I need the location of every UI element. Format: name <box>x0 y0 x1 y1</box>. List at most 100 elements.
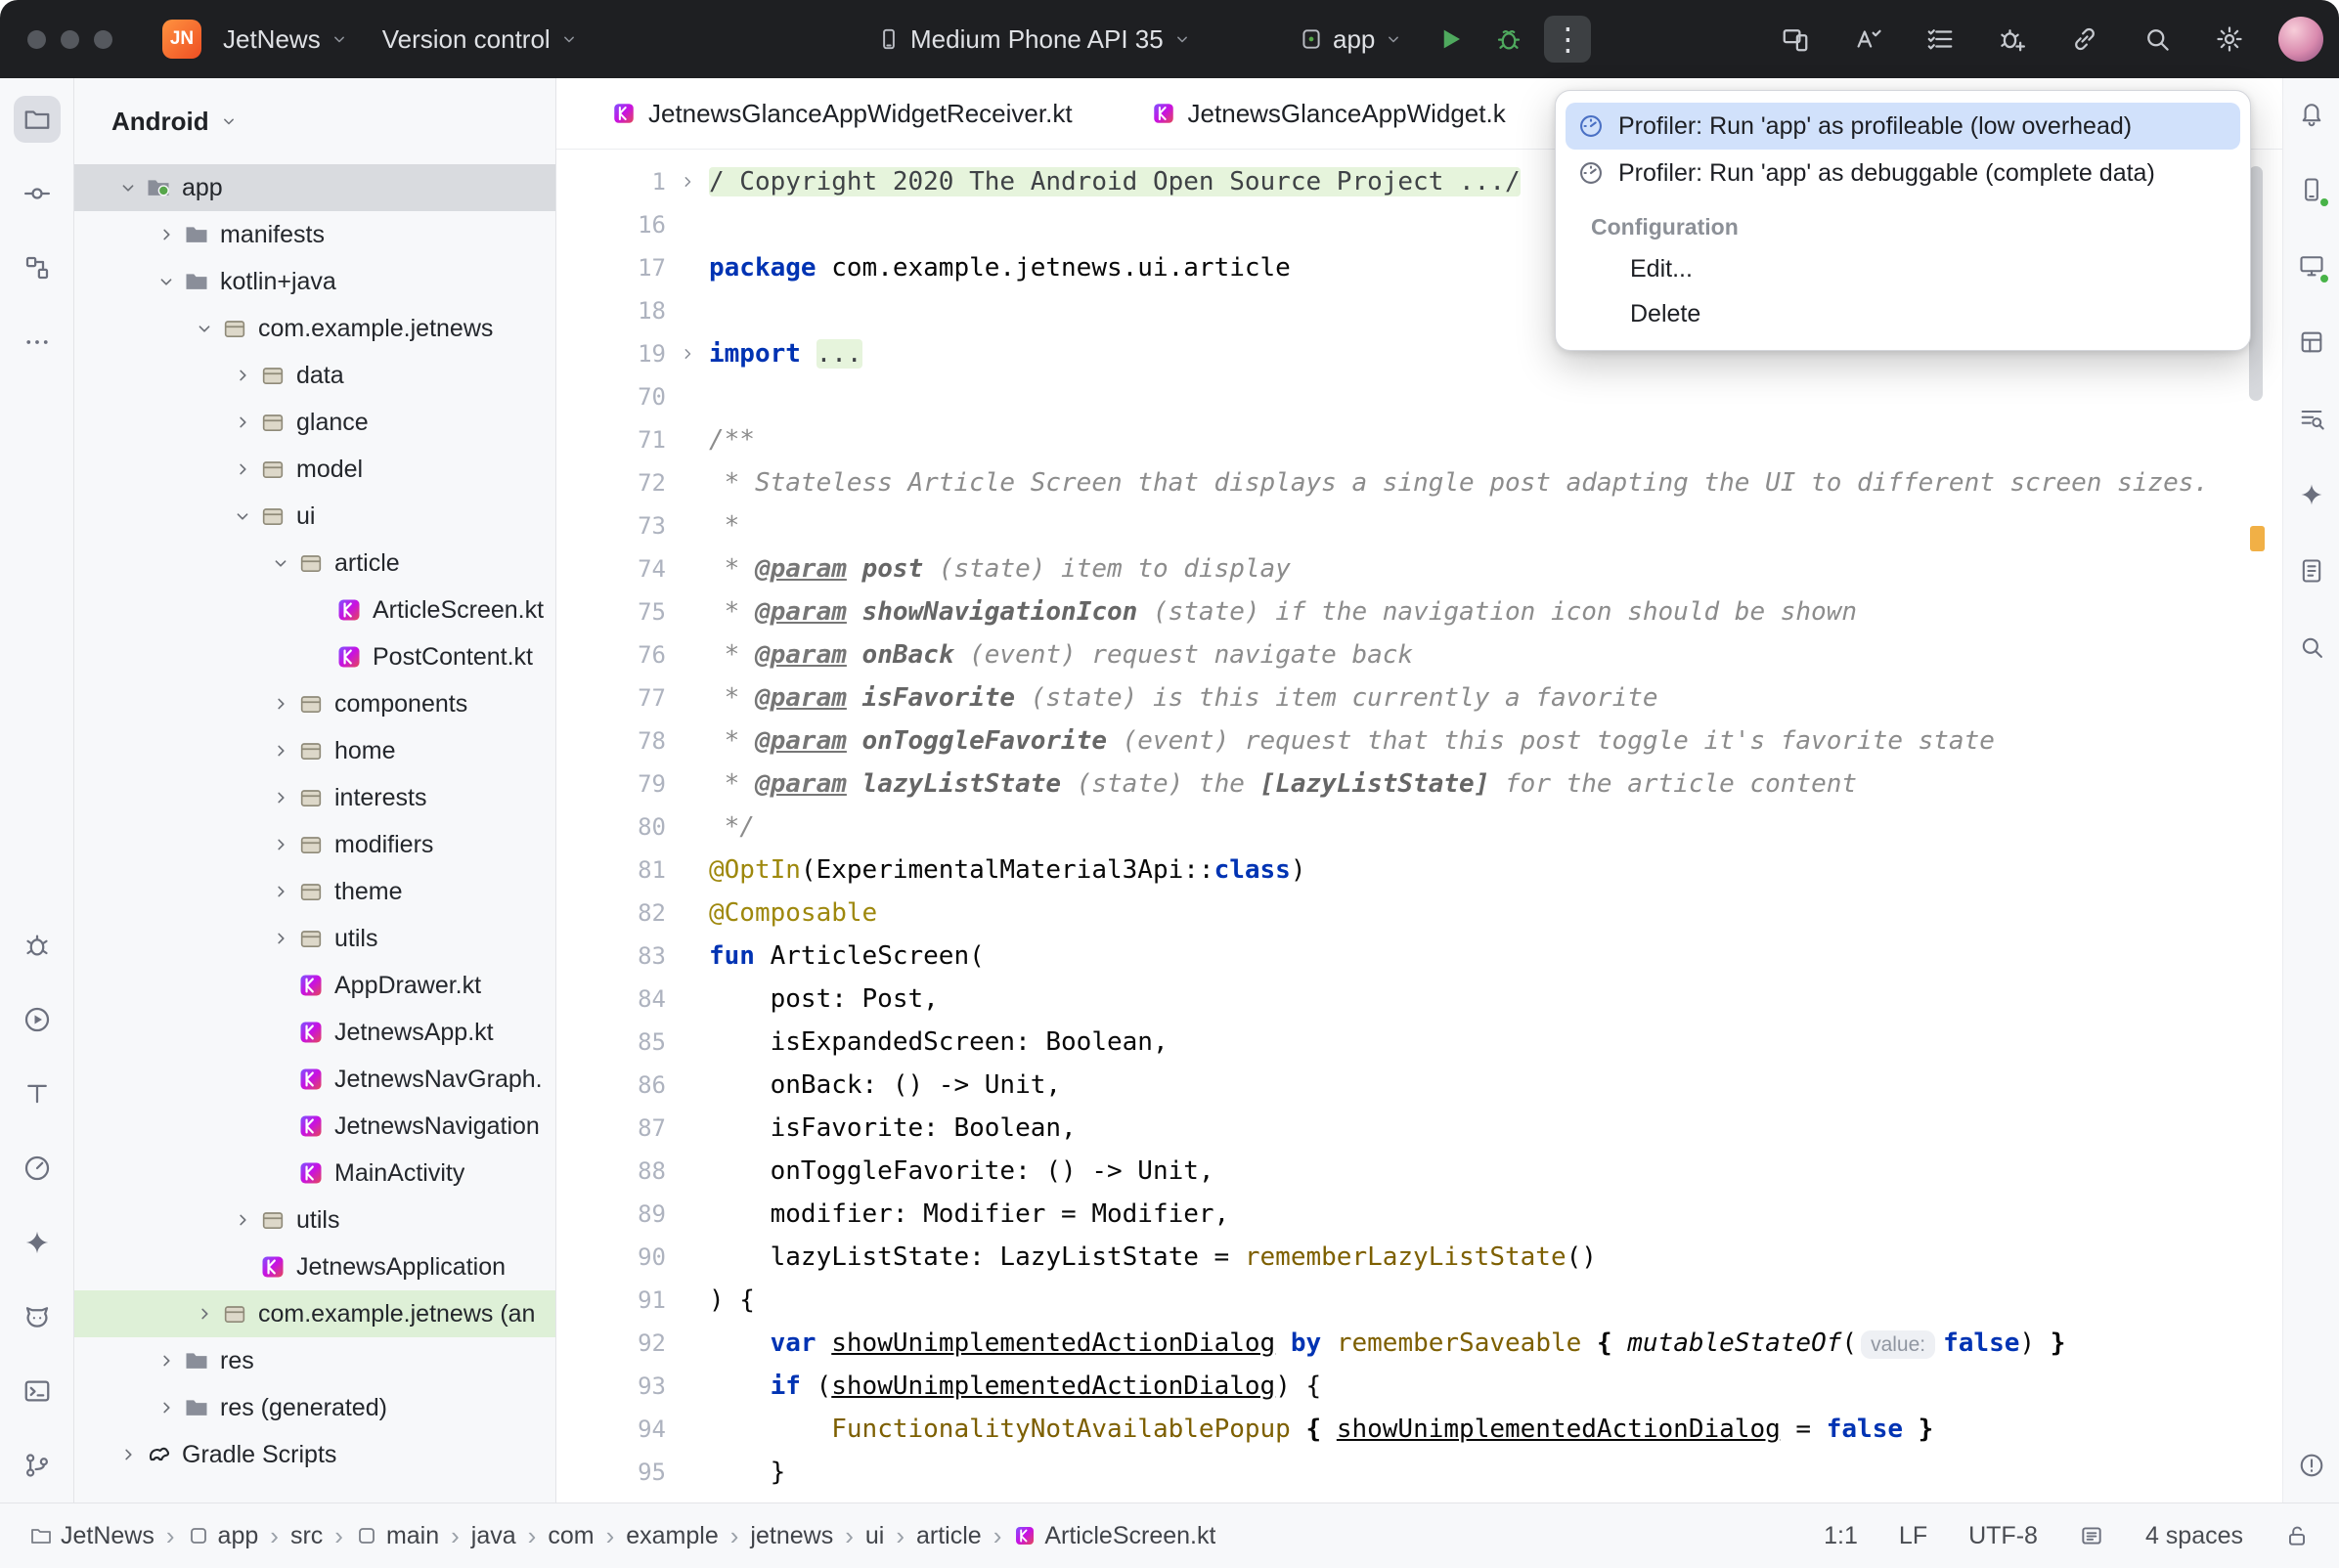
gemini-tool-button[interactable] <box>14 1219 61 1266</box>
code-line[interactable]: 86 onBack: () -> Unit, <box>556 1064 2282 1107</box>
chevron-down-icon[interactable] <box>188 318 221 339</box>
code-assistant-button[interactable] <box>1844 16 1891 63</box>
code-line[interactable]: 85 isExpandedScreen: Boolean, <box>556 1021 2282 1064</box>
close-window-button[interactable] <box>27 30 46 49</box>
code-line[interactable]: 76 * @param onBack (event) request navig… <box>556 633 2282 676</box>
chevron-right-icon[interactable] <box>226 365 259 386</box>
line-number[interactable]: 86 <box>556 1071 666 1099</box>
tree-item-postcontent-kt[interactable]: PostContent.kt <box>74 633 555 680</box>
line-number[interactable]: 85 <box>556 1028 666 1056</box>
attach-debugger-button[interactable] <box>1989 16 2036 63</box>
warning-stripe-mark[interactable] <box>2250 526 2265 551</box>
line-number[interactable]: 81 <box>556 856 666 884</box>
tree-item-article[interactable]: article <box>74 540 555 587</box>
layout-inspector-tool-button[interactable] <box>2290 321 2333 364</box>
run-menu-item[interactable]: Profiler: Run 'app' as debuggable (compl… <box>1566 150 2240 196</box>
code-line[interactable]: 87 isFavorite: Boolean, <box>556 1107 2282 1150</box>
line-number[interactable]: 71 <box>556 426 666 454</box>
line-number[interactable]: 90 <box>556 1243 666 1271</box>
minimize-window-button[interactable] <box>61 30 79 49</box>
line-number[interactable]: 79 <box>556 770 666 798</box>
lock-icon[interactable] <box>2284 1523 2310 1548</box>
code-line[interactable]: 79 * @param lazyListState (state) the [L… <box>556 762 2282 806</box>
breadcrumb-item-app[interactable]: app <box>187 1522 259 1550</box>
caret-position[interactable]: 1:1 <box>1824 1522 1858 1550</box>
run-menu-action-edit[interactable]: Edit... <box>1566 246 2240 291</box>
code-line[interactable]: 78 * @param onToggleFavorite (event) req… <box>556 719 2282 762</box>
line-number[interactable]: 78 <box>556 727 666 755</box>
indent-icon[interactable] <box>2079 1523 2104 1548</box>
tree-item-jetnewsnavgraph[interactable]: JetnewsNavGraph. <box>74 1056 555 1103</box>
breadcrumb-item-com[interactable]: com <box>548 1522 594 1550</box>
code-line[interactable]: 92 var showUnimplementedActionDialog by … <box>556 1322 2282 1365</box>
app-inspection-tool-button[interactable] <box>14 922 61 969</box>
tree-item-articlescreen-kt[interactable]: ArticleScreen.kt <box>74 587 555 633</box>
tree-item-jetnewsnavigation[interactable]: JetnewsNavigation <box>74 1103 555 1150</box>
settings-button[interactable] <box>2206 16 2253 63</box>
breadcrumb-item-main[interactable]: main <box>355 1522 439 1550</box>
tree-item-appdrawer-kt[interactable]: AppDrawer.kt <box>74 962 555 1009</box>
code-line[interactable]: 74 * @param post (state) item to display <box>556 547 2282 590</box>
run-menu-item[interactable]: Profiler: Run 'app' as profileable (low … <box>1566 103 2240 150</box>
code-line[interactable]: 73 * <box>556 504 2282 547</box>
chevron-right-icon[interactable] <box>226 412 259 433</box>
chevron-right-icon[interactable] <box>150 224 183 245</box>
line-number[interactable]: 19 <box>556 340 666 368</box>
code-line[interactable]: 88 onToggleFavorite: () -> Unit, <box>556 1150 2282 1193</box>
tree-item-utils[interactable]: utils <box>74 915 555 962</box>
line-number[interactable]: 80 <box>556 813 666 841</box>
project-view-selector[interactable]: Android <box>74 78 555 164</box>
chevron-right-icon[interactable] <box>264 740 297 762</box>
chevron-down-icon[interactable] <box>264 552 297 574</box>
line-number[interactable]: 75 <box>556 598 666 626</box>
breadcrumb-item-jetnews[interactable]: jetnews <box>750 1522 833 1550</box>
fold-toggle-icon[interactable] <box>666 172 709 192</box>
tree-item-home[interactable]: home <box>74 727 555 774</box>
chevron-right-icon[interactable] <box>264 787 297 808</box>
tree-item-utils[interactable]: utils <box>74 1197 555 1243</box>
chevron-right-icon[interactable] <box>150 1350 183 1372</box>
tree-item-modifiers[interactable]: modifiers <box>74 821 555 868</box>
tree-item-jetnewsapp-kt[interactable]: JetnewsApp.kt <box>74 1009 555 1056</box>
chevron-down-icon[interactable] <box>150 271 183 292</box>
chevron-right-icon[interactable] <box>264 928 297 949</box>
file-encoding[interactable]: UTF-8 <box>1968 1522 2038 1550</box>
chevron-right-icon[interactable] <box>264 693 297 715</box>
line-number[interactable]: 82 <box>556 899 666 927</box>
line-number[interactable]: 89 <box>556 1200 666 1228</box>
breadcrumb-item-articlescreen-kt[interactable]: ArticleScreen.kt <box>1013 1522 1215 1550</box>
code-line[interactable]: 70 <box>556 375 2282 418</box>
version-control-tool-button[interactable] <box>14 1442 61 1489</box>
code-line[interactable]: 82@Composable <box>556 892 2282 935</box>
structure-tool-button[interactable] <box>14 244 61 291</box>
vcs-widget[interactable]: Version control <box>371 17 591 63</box>
tree-item-com-example-jetnews[interactable]: com.example.jetnews <box>74 305 555 352</box>
more-tool-button[interactable] <box>14 319 61 366</box>
fold-toggle-icon[interactable] <box>666 344 709 364</box>
tree-item-components[interactable]: components <box>74 680 555 727</box>
tree-item-jetnewsapplication[interactable]: JetnewsApplication <box>74 1243 555 1290</box>
code-line[interactable]: 81@OptIn(ExperimentalMaterial3Api::class… <box>556 849 2282 892</box>
assistant-tool-button[interactable] <box>2290 473 2333 516</box>
tree-item-data[interactable]: data <box>74 352 555 399</box>
run-tool-button[interactable] <box>14 996 61 1043</box>
task-list-button[interactable] <box>1917 16 1964 63</box>
chevron-right-icon[interactable] <box>150 1397 183 1418</box>
code-line[interactable]: 83fun ArticleScreen( <box>556 935 2282 978</box>
breadcrumb-item-java[interactable]: java <box>471 1522 516 1550</box>
profiler-tool-button[interactable] <box>14 1145 61 1192</box>
line-number[interactable]: 88 <box>556 1157 666 1185</box>
code-line[interactable]: 84 post: Post, <box>556 978 2282 1021</box>
breadcrumb-item-src[interactable]: src <box>290 1522 323 1550</box>
code-line[interactable]: 91) { <box>556 1279 2282 1322</box>
code-line[interactable]: 77 * @param isFavorite (state) is this i… <box>556 676 2282 719</box>
code-line[interactable]: 90 lazyListState: LazyListState = rememb… <box>556 1236 2282 1279</box>
line-number[interactable]: 94 <box>556 1416 666 1443</box>
more-run-options-button[interactable]: ⋮ <box>1544 16 1591 63</box>
line-number[interactable]: 70 <box>556 383 666 411</box>
project-widget[interactable]: JetNews <box>211 17 361 63</box>
code-line[interactable]: 80 */ <box>556 806 2282 849</box>
todo-tool-button[interactable] <box>14 1070 61 1117</box>
terminal-tool-button[interactable] <box>14 1368 61 1415</box>
run-configuration-selector[interactable]: app <box>1287 17 1415 63</box>
